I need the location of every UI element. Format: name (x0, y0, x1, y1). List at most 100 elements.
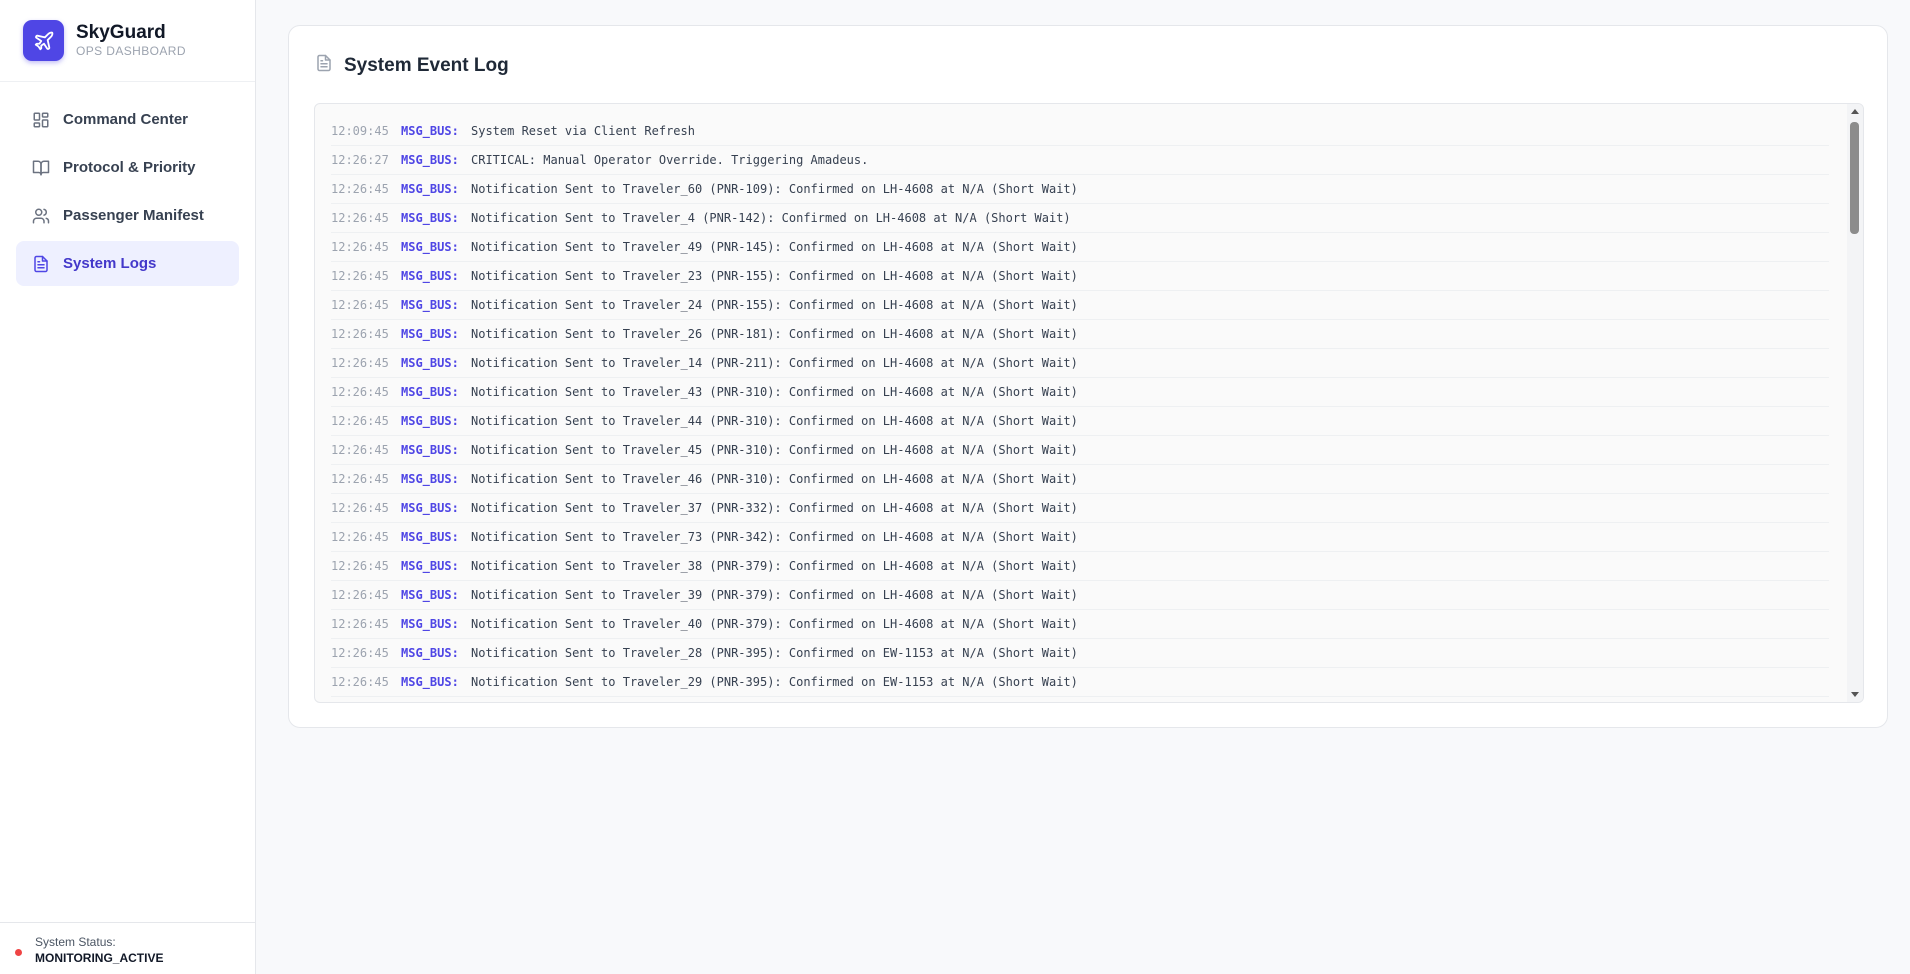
log-entry: 12:09:45 MSG_BUS: System Reset via Client … (331, 117, 1829, 146)
scroll-down-icon[interactable] (1851, 692, 1859, 697)
card-header: System Event Log (315, 54, 509, 77)
log-source: MSG_BUS: (401, 646, 459, 660)
sidebar-item-label: Protocol & Priority (63, 159, 196, 176)
log-source: MSG_BUS: (401, 182, 459, 196)
log-message: Notification Sent to Traveler_39 (PNR-37… (471, 588, 1078, 602)
log-entry: 12:26:45 MSG_BUS: Notification Sent to Tra… (331, 204, 1829, 233)
log-source: MSG_BUS: (401, 414, 459, 428)
log-message: System Reset via Client Refresh (471, 124, 695, 138)
log-timestamp: 12:26:45 (331, 588, 389, 602)
log-timestamp: 12:26:45 (331, 414, 389, 428)
log-message: Notification Sent to Traveler_43 (PNR-31… (471, 385, 1078, 399)
log-entry: 12:26:45 MSG_BUS: Notification Sent to Tra… (331, 175, 1829, 204)
log-entry: 12:26:27 MSG_BUS: CRITICAL: Manual Operato… (331, 146, 1829, 175)
sidebar-nav: Command Center Protocol & Priority Passe… (0, 82, 255, 286)
log-entry: 12:26:45 MSG_BUS: Notification Sent to Tra… (331, 233, 1829, 262)
log-entry: 12:26:45 MSG_BUS: Notification Sent to Tra… (331, 610, 1829, 639)
status-label: System Status: (35, 935, 116, 949)
log-message: Notification Sent to Traveler_44 (PNR-31… (471, 414, 1078, 428)
log-source: MSG_BUS: (401, 588, 459, 602)
log-timestamp: 12:26:45 (331, 617, 389, 631)
sidebar-item-protocol-priority[interactable]: Protocol & Priority (16, 145, 239, 190)
book-icon (31, 158, 50, 177)
log-source: MSG_BUS: (401, 298, 459, 312)
sidebar-item-passenger-manifest[interactable]: Passenger Manifest (16, 193, 239, 238)
log-message: Notification Sent to Traveler_29 (PNR-39… (471, 675, 1078, 689)
log-message: Notification Sent to Traveler_14 (PNR-21… (471, 356, 1078, 370)
log-message: Notification Sent to Traveler_24 (PNR-15… (471, 298, 1078, 312)
system-status: System Status: MONITORING_ACTIVE (0, 922, 256, 974)
log-timestamp: 12:26:45 (331, 269, 389, 283)
log-timestamp: 12:26:45 (331, 240, 389, 254)
log-list: 12:09:45 MSG_BUS: System Reset via Client … (315, 104, 1845, 702)
log-entry: 12:26:45 MSG_BUS: Notification Sent to Tra… (331, 262, 1829, 291)
sidebar: SkyGuard OPS DASHBOARD Command Center Pr… (0, 0, 256, 974)
log-timestamp: 12:26:45 (331, 530, 389, 544)
sidebar-item-command-center[interactable]: Command Center (16, 97, 239, 142)
sidebar-item-label: Command Center (63, 111, 189, 128)
log-entry: 12:26:45 MSG_BUS: Notification Sent to Tra… (331, 523, 1829, 552)
log-timestamp: 12:26:45 (331, 298, 389, 312)
log-viewer[interactable]: 12:09:45 MSG_BUS: System Reset via Client … (314, 103, 1864, 703)
sidebar-item-label: Passenger Manifest (63, 207, 204, 224)
scrollbar-thumb[interactable] (1850, 122, 1859, 234)
log-timestamp: 12:26:45 (331, 646, 389, 660)
log-timestamp: 12:26:45 (331, 182, 389, 196)
log-timestamp: 12:26:45 (331, 559, 389, 573)
brand-name: SkyGuard (76, 22, 166, 43)
status-indicator-dot (15, 949, 22, 956)
log-message: Notification Sent to Traveler_38 (PNR-37… (471, 559, 1078, 573)
log-source: MSG_BUS: (401, 385, 459, 399)
sidebar-item-system-logs[interactable]: System Logs (16, 241, 239, 286)
log-entry: 12:26:45 MSG_BUS: Notification Sent to Tra… (331, 639, 1829, 668)
log-entry: 12:26:45 MSG_BUS: Notification Sent to Tra… (331, 436, 1829, 465)
log-source: MSG_BUS: (401, 472, 459, 486)
log-timestamp: 12:26:45 (331, 327, 389, 341)
log-timestamp: 12:09:45 (331, 124, 389, 138)
status-value: MONITORING_ACTIVE (35, 951, 164, 965)
log-entry: 12:26:45 MSG_BUS: Notification Sent to Tra… (331, 349, 1829, 378)
users-icon (31, 206, 50, 225)
log-source: MSG_BUS: (401, 153, 459, 167)
log-source: MSG_BUS: (401, 617, 459, 631)
log-message: Notification Sent to Traveler_28 (PNR-39… (471, 646, 1078, 660)
brand-header: SkyGuard OPS DASHBOARD (0, 0, 255, 82)
brand-subtitle: OPS DASHBOARD (76, 44, 186, 58)
log-message: Notification Sent to Traveler_73 (PNR-34… (471, 530, 1078, 544)
log-timestamp: 12:26:45 (331, 443, 389, 457)
log-timestamp: 12:26:45 (331, 675, 389, 689)
log-entry: 12:26:45 MSG_BUS: Notification Sent to Tra… (331, 320, 1829, 349)
log-message: Notification Sent to Traveler_37 (PNR-33… (471, 501, 1078, 515)
log-entry: 12:26:45 MSG_BUS: Notification Sent to Tra… (331, 668, 1829, 697)
document-icon (31, 254, 50, 273)
document-icon (315, 54, 333, 77)
log-timestamp: 12:26:45 (331, 356, 389, 370)
log-message: Notification Sent to Traveler_49 (PNR-14… (471, 240, 1078, 254)
log-source: MSG_BUS: (401, 211, 459, 225)
log-message: Notification Sent to Traveler_46 (PNR-31… (471, 472, 1078, 486)
log-source: MSG_BUS: (401, 501, 459, 515)
log-source: MSG_BUS: (401, 240, 459, 254)
log-source: MSG_BUS: (401, 559, 459, 573)
page-title: System Event Log (344, 54, 509, 76)
log-source: MSG_BUS: (401, 530, 459, 544)
log-message: Notification Sent to Traveler_45 (PNR-31… (471, 443, 1078, 457)
log-source: MSG_BUS: (401, 675, 459, 689)
sidebar-item-label: System Logs (63, 255, 157, 272)
log-entry: 12:26:45 MSG_BUS: Notification Sent to Tra… (331, 465, 1829, 494)
log-entry: 12:26:45 MSG_BUS: Notification Sent to Tra… (331, 407, 1829, 436)
log-timestamp: 12:26:45 (331, 385, 389, 399)
log-timestamp: 12:26:27 (331, 153, 389, 167)
log-message: Notification Sent to Traveler_4 (PNR-142… (471, 211, 1071, 225)
system-event-log-card: System Event Log 12:09:45 MSG_BUS: System … (288, 25, 1888, 728)
log-source: MSG_BUS: (401, 327, 459, 341)
scroll-up-icon[interactable] (1851, 109, 1859, 114)
plane-icon (23, 20, 64, 61)
log-scrollbar[interactable] (1847, 104, 1863, 702)
log-message: Notification Sent to Traveler_23 (PNR-15… (471, 269, 1078, 283)
log-entry: 12:26:45 MSG_BUS: Notification Sent to Tra… (331, 494, 1829, 523)
log-source: MSG_BUS: (401, 269, 459, 283)
log-message: Notification Sent to Traveler_26 (PNR-18… (471, 327, 1078, 341)
log-message: Notification Sent to Traveler_60 (PNR-10… (471, 182, 1078, 196)
log-timestamp: 12:26:45 (331, 501, 389, 515)
